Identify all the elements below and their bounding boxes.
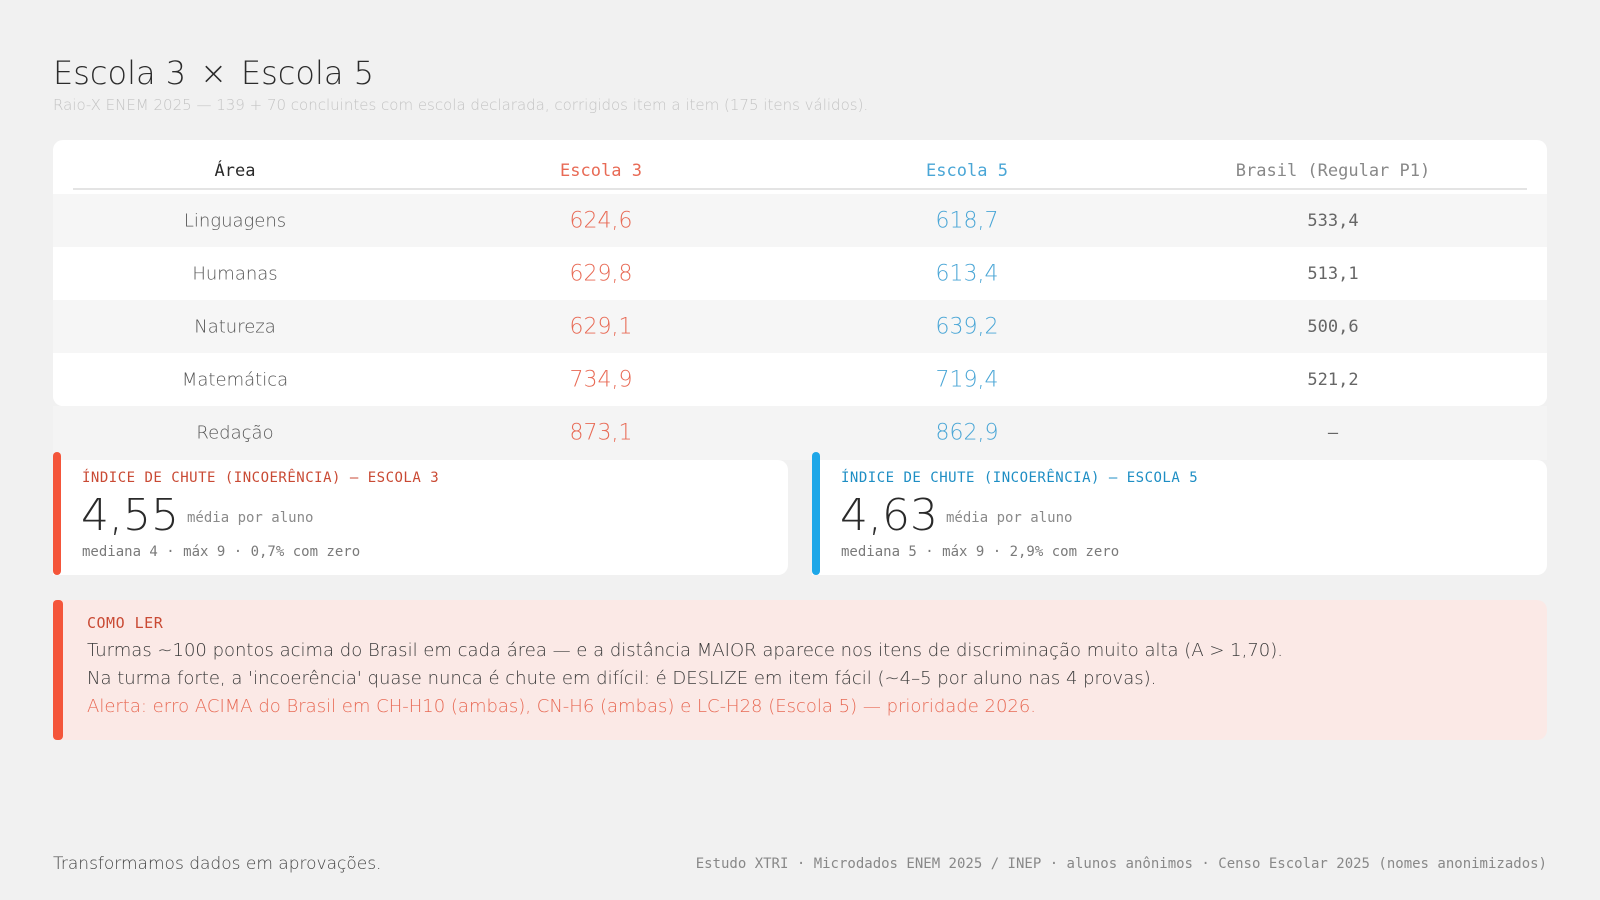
row-escola-3-score: 629,8	[569, 261, 633, 286]
page-subtitle: Raio-X ENEM 2025 — 139 + 70 concluintes …	[53, 96, 869, 114]
guess-index-card-escola-3: ÍNDICE DE CHUTE (INCOERÊNCIA) — ESCOLA 3…	[53, 452, 788, 575]
row-escola-3-score: 873,1	[569, 420, 633, 446]
title-school-a: Escola 3	[53, 54, 187, 92]
row-brasil-score: 500,6	[1307, 316, 1359, 337]
callout-line: Turmas ~100 pontos acima do Brasil em ca…	[87, 640, 1283, 661]
column-header-escola-5: Escola 5	[926, 161, 1008, 181]
row-area: Humanas	[192, 263, 278, 284]
accent-bar	[53, 452, 61, 575]
column-header-area: Área	[214, 161, 256, 181]
row-escola-3-score: 624,6	[569, 208, 633, 233]
row-brasil-score: —	[1327, 423, 1339, 443]
page-title: Escola 3 × Escola 5	[53, 54, 374, 92]
table-row: Redação 873,1 862,9 —	[53, 406, 1547, 460]
guess-index-stats: mediana 5 · máx 9 · 2,9% com zero	[841, 544, 1120, 560]
row-escola-5-score: 719,4	[935, 367, 999, 392]
column-header-escola-3: Escola 3	[560, 161, 642, 181]
guess-index-value: 4,63	[840, 490, 938, 541]
table-row: Humanas 629,8 613,4 513,1	[53, 247, 1547, 300]
guess-index-label: ÍNDICE DE CHUTE (INCOERÊNCIA) — ESCOLA 3	[82, 470, 440, 486]
row-escola-5-score: 639,2	[935, 314, 999, 339]
row-area: Matemática	[181, 369, 289, 390]
table-row: Natureza 629,1 639,2 500,6	[53, 300, 1547, 353]
title-school-b: Escola 5	[240, 54, 374, 92]
row-brasil-score: 521,2	[1307, 369, 1359, 390]
guess-index-label: ÍNDICE DE CHUTE (INCOERÊNCIA) — ESCOLA 5	[841, 470, 1199, 486]
row-area: Natureza	[194, 316, 276, 337]
callout-line: Na turma forte, a 'incoerência' quase nu…	[87, 668, 1157, 689]
callout-alert: Alerta: erro ACIMA do Brasil em CH-H10 (…	[87, 696, 1037, 717]
row-brasil-score: 513,1	[1307, 263, 1359, 284]
row-area: Linguagens	[183, 210, 287, 231]
row-escola-3-score: 734,9	[569, 367, 633, 392]
table-header: Área Escola 3 Escola 5 Brasil (Regular P…	[53, 140, 1547, 194]
row-area: Redação	[196, 422, 274, 444]
callout-title: COMO LER	[87, 614, 164, 632]
footer-tagline: Transformamos dados em aprovações.	[53, 854, 382, 874]
table-row: Linguagens 624,6 618,7 533,4	[53, 194, 1547, 247]
row-brasil-score: 533,4	[1307, 210, 1359, 231]
row-escola-5-score: 613,4	[935, 261, 999, 286]
footer-source: Estudo XTRI · Microdados ENEM 2025 / INE…	[695, 856, 1547, 872]
guess-index-value: 4,55	[81, 490, 179, 541]
header-divider	[73, 188, 1527, 190]
guess-index-stats: mediana 4 · máx 9 · 0,7% com zero	[82, 544, 361, 560]
table-row: Matemática 734,9 719,4 521,2	[53, 353, 1547, 406]
guess-index-card-escola-5: ÍNDICE DE CHUTE (INCOERÊNCIA) — ESCOLA 5…	[812, 452, 1547, 575]
row-escola-3-score: 629,1	[569, 314, 633, 339]
row-escola-5-score: 862,9	[935, 420, 999, 446]
guess-index-unit: média por aluno	[946, 510, 1073, 526]
accent-bar	[53, 600, 63, 740]
accent-bar	[812, 452, 820, 575]
column-header-brasil: Brasil (Regular P1)	[1235, 161, 1431, 181]
guess-index-unit: média por aluno	[187, 510, 314, 526]
title-separator: ×	[200, 54, 227, 92]
how-to-read-callout: COMO LER Turmas ~100 pontos acima do Bra…	[53, 600, 1547, 740]
row-escola-5-score: 618,7	[935, 208, 999, 233]
